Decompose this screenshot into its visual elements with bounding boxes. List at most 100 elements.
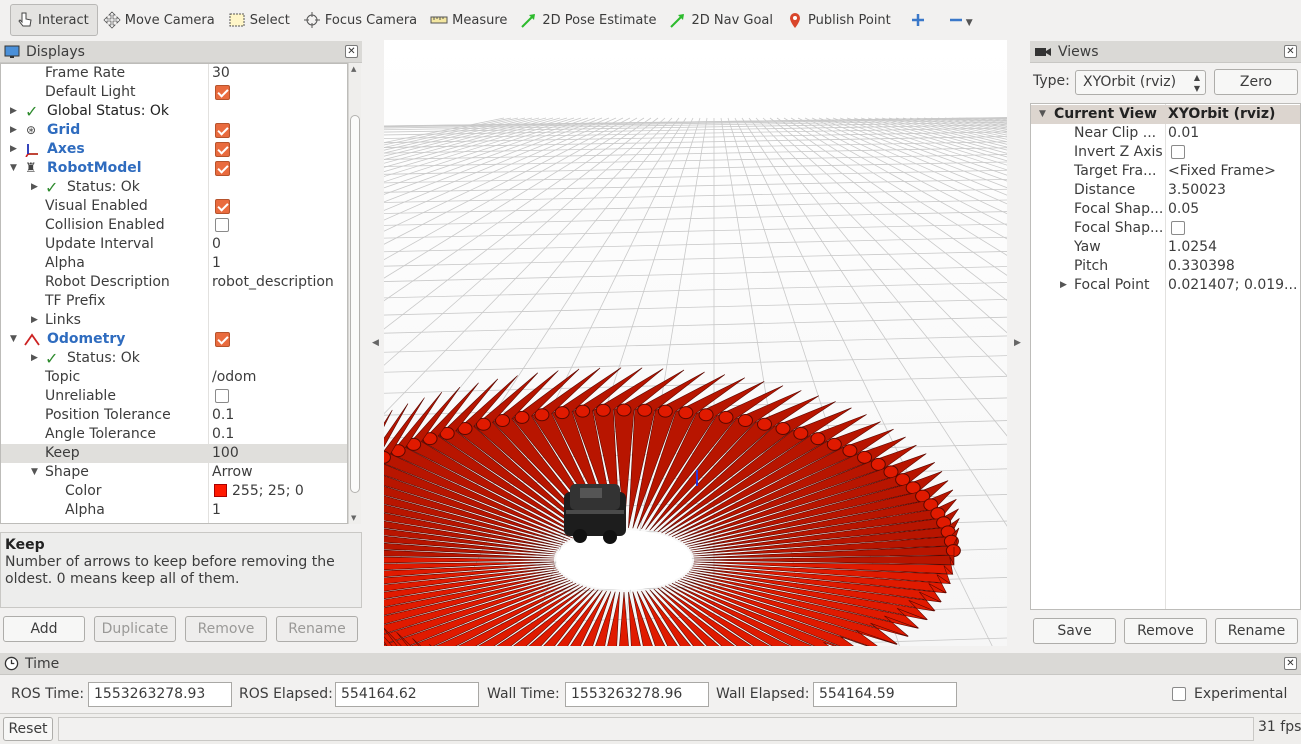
property-value[interactable]: 1 [212, 254, 221, 273]
checkbox-checked[interactable] [215, 161, 230, 176]
expand-arrow-icon[interactable]: ▶ [31, 311, 38, 330]
tree-row[interactable]: Color 255; 25; 0 [1, 482, 347, 501]
scrollbar-thumb[interactable] [350, 115, 360, 493]
close-icon[interactable]: ✕ [345, 45, 358, 58]
checkbox-checked[interactable] [215, 199, 230, 214]
view-type-select[interactable]: XYOrbit (rviz) ▲ ▼ [1075, 70, 1206, 95]
collapse-arrow-icon[interactable]: ▼ [1039, 105, 1046, 124]
collapse-arrow-icon[interactable]: ▼ [10, 330, 17, 349]
tree-row[interactable]: Focal Shap... [1031, 219, 1300, 238]
tree-row[interactable]: Collision Enabled [1, 216, 347, 235]
property-value[interactable]: 0.01 [1168, 124, 1199, 143]
remove-view-button[interactable]: Remove [1124, 618, 1207, 644]
remove-display-button[interactable]: Remove [185, 616, 267, 642]
tree-row[interactable]: ▼ Odometry [1, 330, 347, 349]
property-value[interactable]: 3.50023 [1168, 181, 1226, 200]
tree-row[interactable]: ▼ ♜ RobotModel [1, 159, 347, 178]
property-value[interactable]: 0.021407; 0.019... [1168, 276, 1296, 295]
add-tool-button[interactable] [899, 4, 937, 36]
tree-row[interactable]: Frame Rate 30 [1, 64, 347, 83]
collapse-arrow-icon[interactable]: ▼ [10, 159, 17, 178]
tree-row[interactable]: Visual Enabled [1, 197, 347, 216]
expand-arrow-icon[interactable]: ▶ [31, 349, 38, 368]
tree-row[interactable]: Pitch 0.330398 [1031, 257, 1300, 276]
checkbox-unchecked[interactable] [1171, 221, 1185, 235]
tree-row[interactable]: Alpha 1 [1, 254, 347, 273]
tool-publish-point[interactable]: Publish Point [781, 4, 899, 36]
duplicate-button[interactable]: Duplicate [94, 616, 176, 642]
property-value[interactable]: <Fixed Frame> [1168, 162, 1276, 181]
checkbox-unchecked[interactable] [215, 218, 229, 232]
property-value[interactable]: Arrow [212, 463, 253, 482]
tree-row[interactable]: ▶ ✓ Global Status: Ok [1, 102, 347, 121]
tree-row[interactable]: Yaw 1.0254 [1031, 238, 1300, 257]
displays-scrollbar[interactable]: ▲ ▼ [348, 63, 361, 524]
tree-row[interactable]: Target Fra... <Fixed Frame> [1031, 162, 1300, 181]
property-value[interactable]: robot_description [212, 273, 334, 292]
checkbox-unchecked[interactable] [215, 389, 229, 403]
tree-row[interactable]: ▶ Axes [1, 140, 347, 159]
tree-row[interactable]: Distance 3.50023 [1031, 181, 1300, 200]
add-button[interactable]: Add [3, 616, 85, 642]
collapse-left-icon[interactable]: ◀ [372, 338, 379, 348]
checkbox-unchecked[interactable] [1171, 145, 1185, 159]
collapse-right-icon[interactable]: ▶ [1014, 338, 1021, 348]
tree-row[interactable]: Topic/odom [1, 368, 347, 387]
property-value[interactable]: /odom [212, 368, 256, 387]
wall-elapsed-field[interactable]: 554164.59 [813, 682, 957, 707]
property-value[interactable]: 0 [212, 235, 221, 254]
tree-row[interactable]: ▼ Shape Arrow [1, 463, 347, 482]
expand-arrow-icon[interactable]: ▶ [1060, 276, 1067, 295]
tree-row[interactable]: Angle Tolerance 0.1 [1, 425, 347, 444]
tool-interact[interactable]: Interact [10, 4, 98, 36]
rename-display-button[interactable]: Rename [276, 616, 358, 642]
property-value[interactable]: 0.05 [1168, 200, 1199, 219]
render-viewport[interactable] [384, 40, 1007, 646]
tree-row[interactable]: Focal Shap... 0.05 [1031, 200, 1300, 219]
rename-view-button[interactable]: Rename [1215, 618, 1298, 644]
tree-row[interactable]: Near Clip ... 0.01 [1031, 124, 1300, 143]
expand-arrow-icon[interactable]: ▶ [10, 121, 17, 140]
tree-row[interactable]: ▶ ✓ Status: Ok [1, 349, 347, 368]
tool-move-camera[interactable]: Move Camera [98, 4, 223, 36]
expand-arrow-icon[interactable]: ▶ [10, 140, 17, 159]
tree-row[interactable]: Invert Z Axis [1031, 143, 1300, 162]
checkbox-checked[interactable] [215, 332, 230, 347]
color-value[interactable]: 255; 25; 0 [214, 482, 304, 501]
remove-tool-button[interactable]: ▼ [937, 4, 983, 36]
property-value[interactable]: 1.0254 [1168, 238, 1217, 257]
tree-row[interactable]: Default Light [1, 83, 347, 102]
tree-row[interactable]: Position Tolerance 0.1 [1, 406, 347, 425]
expand-arrow-icon[interactable]: ▶ [10, 102, 17, 121]
close-icon[interactable]: ✕ [1284, 45, 1297, 58]
checkbox-checked[interactable] [215, 123, 230, 138]
checkbox-checked[interactable] [215, 85, 230, 100]
tree-row-header[interactable]: ▼ Current View XYOrbit (rviz) [1031, 105, 1300, 124]
tree-row[interactable]: TF Prefix [1, 292, 347, 311]
scroll-up-icon[interactable]: ▲ [351, 65, 356, 73]
tree-row[interactable]: ▶ Links [1, 311, 347, 330]
property-value[interactable]: 30 [212, 64, 230, 83]
experimental-checkbox[interactable] [1172, 687, 1186, 701]
tree-row[interactable]: ▶ Focal Point 0.021407; 0.019... [1031, 276, 1300, 295]
tool-2d-nav-goal[interactable]: 2D Nav Goal [664, 4, 781, 36]
checkbox-checked[interactable] [215, 142, 230, 157]
tree-row[interactable]: Unreliable [1, 387, 347, 406]
ros-time-field[interactable]: 1553263278.93 [88, 682, 232, 707]
zero-button[interactable]: Zero [1214, 69, 1298, 95]
tree-row[interactable]: Update Interval 0 [1, 235, 347, 254]
expand-arrow-icon[interactable]: ▶ [31, 178, 38, 197]
property-value[interactable]: 0.1 [212, 406, 234, 425]
ros-elapsed-field[interactable]: 554164.62 [335, 682, 479, 707]
tree-row[interactable]: ▶ ⊛ Grid [1, 121, 347, 140]
property-value[interactable]: 0.330398 [1168, 257, 1235, 276]
tool-2d-pose-estimate[interactable]: 2D Pose Estimate [515, 4, 664, 36]
tree-row-selected[interactable]: Keep 100 [1, 444, 347, 463]
property-value[interactable]: 100 [212, 444, 239, 463]
collapse-arrow-icon[interactable]: ▼ [31, 463, 38, 482]
property-value[interactable]: 1 [212, 501, 221, 520]
tool-measure[interactable]: Measure [425, 4, 515, 36]
tree-row[interactable]: Alpha 1 [1, 501, 347, 520]
property-value[interactable]: 0.1 [212, 425, 234, 444]
save-view-button[interactable]: Save [1033, 618, 1116, 644]
